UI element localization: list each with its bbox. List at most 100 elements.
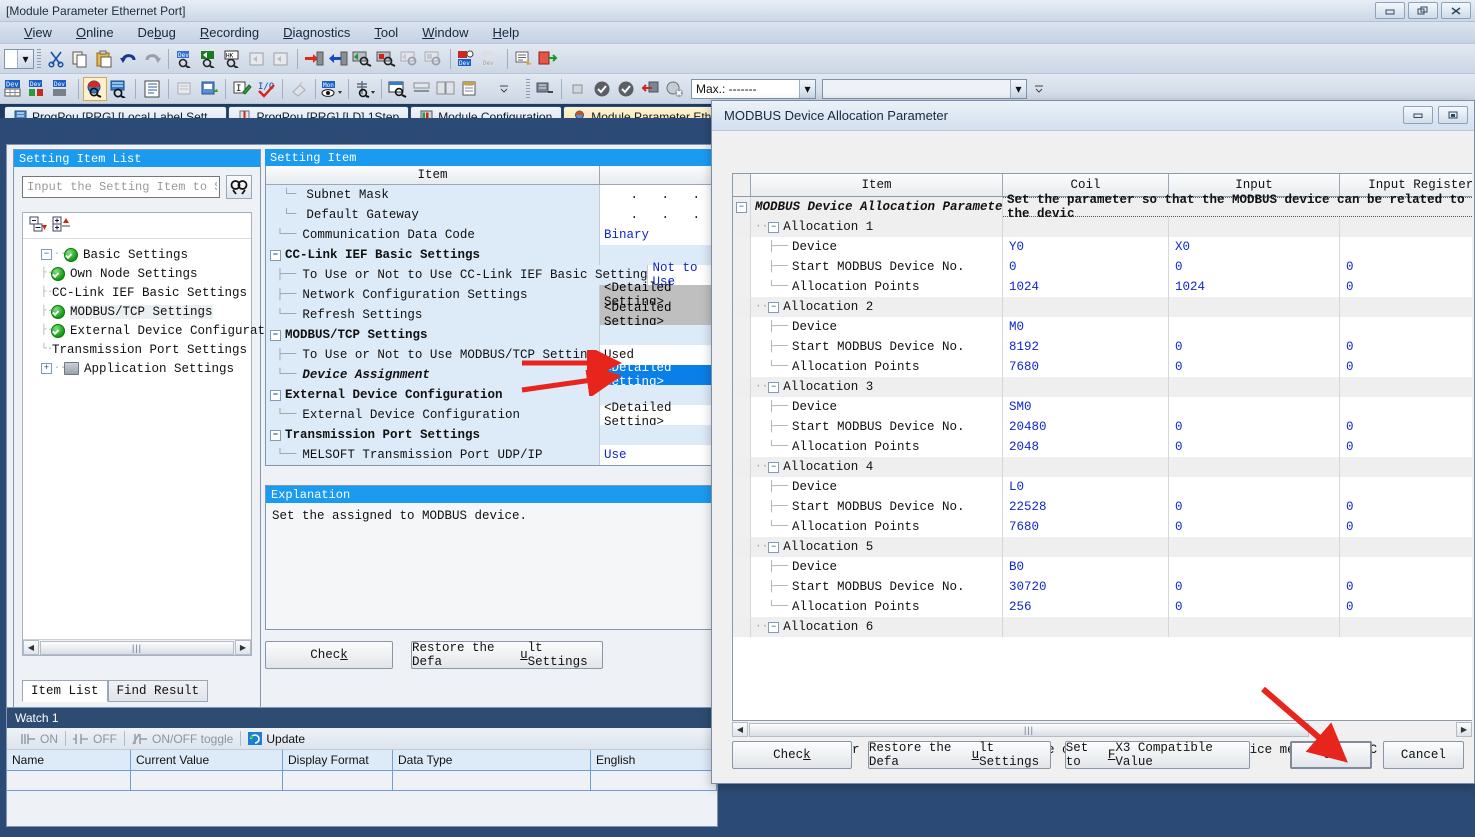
table-row[interactable]: └──MELSOFT Transmission Port UDP/IP Use (266, 445, 712, 465)
cell-data-type[interactable] (393, 771, 591, 790)
group-expander-icon[interactable]: − (768, 382, 779, 393)
scroll-right-icon[interactable]: ▶ (1456, 722, 1472, 737)
secondary-combo[interactable]: ▾ (822, 79, 1027, 99)
group-expander-icon[interactable]: − (768, 222, 779, 233)
tree-expander-icon[interactable]: + (41, 363, 52, 374)
table-row[interactable]: └──Allocation Points 7680 0 0 (733, 357, 1472, 377)
cell-coil[interactable]: 0 (1003, 257, 1169, 277)
device-list-icon[interactable]: Dev (2, 77, 26, 101)
cell-input-registers[interactable]: 0 (1340, 577, 1472, 597)
allocation-group-row[interactable]: ··−Allocation 2 (733, 297, 1472, 317)
cell-input-registers[interactable]: 0 (1340, 257, 1472, 277)
group-expander-icon[interactable]: − (270, 390, 281, 401)
window-monitor-icon[interactable] (386, 77, 410, 101)
table-root-row[interactable]: − MODBUS Device Allocation Parameter Set… (733, 197, 1472, 217)
cell-input[interactable]: 0 (1169, 577, 1340, 597)
device-test-icon[interactable]: Dev (455, 47, 479, 71)
table-row[interactable]: └─Default Gateway . . . (266, 205, 712, 225)
table-row-device-assignment[interactable]: └──Device Assignment <Detailed Setting> (266, 365, 712, 385)
cell-coil[interactable]: 7680 (1003, 517, 1169, 537)
minimize-button[interactable] (1375, 2, 1405, 19)
table-row[interactable]: ├──Start MODBUS Device No. 8192 0 0 (733, 337, 1472, 357)
paste-icon[interactable] (92, 47, 116, 71)
search-input[interactable] (22, 176, 220, 198)
dialog-restore-default-settings-button[interactable]: Restore the Default Settings (868, 741, 1051, 769)
cell-english[interactable] (591, 771, 717, 790)
column-header-item[interactable]: Item (751, 174, 1003, 196)
device-batch-icon[interactable]: Dev (26, 77, 50, 101)
monitor-3-icon[interactable] (398, 47, 422, 71)
module-param-find-icon[interactable] (107, 77, 131, 101)
tree-item-application-settings[interactable]: + ·· Application Settings (27, 359, 247, 378)
cell-input-registers[interactable]: 0 (1340, 497, 1472, 517)
cell-input-registers[interactable]: 0 (1340, 437, 1472, 457)
group-expander-icon[interactable]: − (768, 462, 779, 473)
menu-item-view[interactable]: View (12, 23, 64, 42)
tab-find-result[interactable]: Find Result (108, 680, 209, 702)
table-row[interactable]: ├──Start MODBUS Device No. 30720 0 0 (733, 577, 1472, 597)
column-header-data-type[interactable]: Data Type (393, 750, 591, 770)
cell-input-registers[interactable]: 0 (1340, 417, 1472, 437)
cell-input[interactable]: 0 (1169, 357, 1340, 377)
table-row[interactable]: └──Allocation Points 2048 0 0 (733, 437, 1472, 457)
restore-button[interactable] (1408, 2, 1438, 19)
table-group-row[interactable]: −Transmission Port Settings (266, 425, 712, 445)
allocation-group-row[interactable]: ··−Allocation 4 (733, 457, 1472, 477)
cell-input[interactable] (1169, 477, 1340, 497)
cell-coil[interactable]: B0 (1003, 557, 1169, 577)
dialog-minimize-button[interactable] (1403, 106, 1433, 124)
simulation-icon[interactable] (287, 77, 311, 101)
cell-input-registers[interactable]: 0 (1340, 517, 1472, 537)
cell-coil[interactable]: 1024 (1003, 277, 1169, 297)
scroll-left-icon[interactable]: ◀ (732, 722, 748, 737)
cell-input[interactable]: 0 (1169, 437, 1340, 457)
scrollbar-thumb[interactable]: ||| (749, 723, 1309, 737)
cell-input[interactable]: 0 (1169, 337, 1340, 357)
table-row[interactable]: └──External Device Configuration <Detail… (266, 405, 712, 425)
table-row[interactable]: ├──Device SM0 (733, 397, 1472, 417)
check-circle-2-icon[interactable] (614, 77, 638, 101)
group-expander-icon[interactable]: − (768, 622, 779, 633)
cell-display-format[interactable] (283, 771, 393, 790)
watch-toggle-button[interactable]: ON/OFF toggle (125, 732, 240, 746)
find-device-icon[interactable]: Dev (173, 47, 197, 71)
watch-grid-row[interactable] (7, 771, 717, 791)
check-button[interactable]: Check (265, 641, 393, 669)
table-group-row[interactable]: −CC-Link IEF Basic Settings (266, 245, 712, 265)
watch-update-button[interactable]: Update (241, 732, 312, 746)
cell-input-registers[interactable] (1340, 237, 1472, 257)
dialog-check-button[interactable]: Check (732, 741, 852, 769)
cell-input-registers[interactable]: 0 (1340, 357, 1472, 377)
cell-input[interactable] (1169, 557, 1340, 577)
table-row[interactable]: └──Allocation Points 7680 0 0 (733, 517, 1472, 537)
cell-input[interactable] (1169, 397, 1340, 417)
tree-expander-icon[interactable]: − (41, 249, 52, 260)
column-header-current-value[interactable]: Current Value (131, 750, 283, 770)
cell-input-registers[interactable] (1340, 397, 1472, 417)
device-batch2-icon[interactable]: Dev (50, 77, 74, 101)
group-expander-icon[interactable]: − (270, 250, 281, 261)
dialog-ok-button[interactable]: OK (1290, 741, 1372, 769)
dialog-maximize-button[interactable] (1438, 106, 1468, 124)
table-group-row[interactable]: −MODBUS/TCP Settings (266, 325, 712, 345)
scroll-left-icon[interactable]: ◀ (23, 640, 39, 655)
table-row[interactable]: ├──Device M0 (733, 317, 1472, 337)
cell-input[interactable] (1169, 317, 1340, 337)
tile-horizontal-icon[interactable] (410, 77, 434, 101)
replace-icon[interactable] (245, 47, 269, 71)
cut-icon[interactable] (44, 47, 68, 71)
cell-current-value[interactable] (131, 771, 283, 790)
table-row[interactable]: └──Refresh Settings <Detailed Setting> (266, 305, 712, 325)
read-from-plc-icon[interactable] (326, 47, 350, 71)
toolbar-overflow-2-icon[interactable] (1027, 77, 1051, 101)
cell-input-registers[interactable]: 0 (1340, 597, 1472, 617)
column-header-english[interactable]: English (591, 750, 717, 770)
table-row[interactable]: ├──Device B0 (733, 557, 1472, 577)
menu-item-tool[interactable]: Tool (362, 23, 410, 42)
row-value-detailed-setting[interactable]: <Detailed Setting> (600, 305, 712, 325)
group-expander-icon[interactable]: − (768, 302, 779, 313)
cell-input[interactable]: 0 (1169, 597, 1340, 617)
menu-item-online[interactable]: Online (64, 23, 126, 42)
cell-input[interactable]: 1024 (1169, 277, 1340, 297)
toolbar-grip[interactable] (37, 49, 41, 69)
